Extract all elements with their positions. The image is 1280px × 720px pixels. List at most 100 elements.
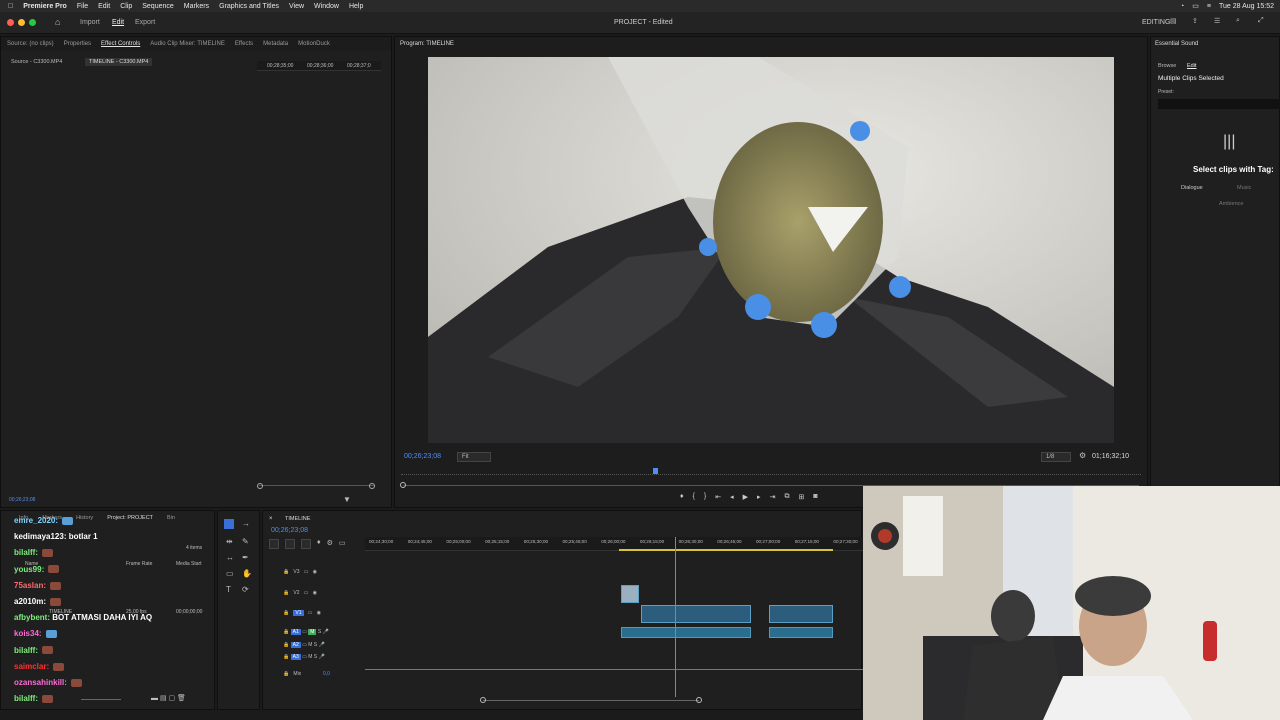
filter-icon[interactable]: ▼: [343, 495, 351, 504]
effect-controls-timecode[interactable]: 00;26;23;08: [9, 497, 35, 503]
export-tab[interactable]: Export: [135, 19, 155, 26]
linked-selection-icon[interactable]: [301, 539, 311, 549]
work-area-bar[interactable]: [619, 549, 833, 551]
app-name[interactable]: Premiere Pro: [23, 3, 67, 10]
program-playhead[interactable]: [653, 468, 658, 474]
workspaces-icon[interactable]: ▤: [1170, 17, 1177, 25]
program-zoom-handle-left[interactable]: [400, 482, 406, 488]
a1-clip[interactable]: [769, 627, 833, 638]
selection-tool[interactable]: [224, 519, 234, 529]
hand-tool[interactable]: ✋: [242, 569, 252, 578]
menu-markers[interactable]: Markers: [184, 3, 209, 10]
remix-tool[interactable]: ⟳: [242, 585, 249, 594]
preset-dropdown[interactable]: [1158, 99, 1280, 109]
menubar-clock[interactable]: Tue 28 Aug 15:52: [1219, 3, 1274, 10]
tag-music-button[interactable]: Music: [1237, 185, 1251, 191]
v1-clip[interactable]: [769, 605, 833, 623]
search-icon[interactable]: ⌕: [1236, 17, 1240, 25]
export-frame-icon[interactable]: ◙: [813, 493, 817, 501]
essential-sound-title[interactable]: Essential Sound: [1155, 41, 1198, 47]
zoom-handle-left[interactable]: [257, 483, 263, 489]
zoom-handle-right[interactable]: [369, 483, 375, 489]
go-to-out-icon[interactable]: ⇥: [770, 493, 776, 501]
timeline-close-icon[interactable]: ×: [269, 516, 273, 522]
add-marker-icon[interactable]: ♦: [680, 493, 684, 501]
timeline-tab[interactable]: TIMELINE: [285, 516, 310, 522]
subtab-timeline[interactable]: TIMELINE - C3300.MP4: [85, 58, 153, 66]
pen-tool[interactable]: ✒: [242, 553, 249, 562]
a1-clip[interactable]: [621, 627, 751, 638]
step-forward-icon[interactable]: ▸: [757, 493, 761, 501]
wrench-icon[interactable]: ⚙: [1079, 451, 1086, 460]
snap-icon[interactable]: [285, 539, 295, 549]
tab-source[interactable]: Source: (no clips): [7, 41, 54, 47]
share-icon[interactable]: ⇪: [1192, 17, 1198, 25]
subtab-source[interactable]: Source - C3300.MP4: [11, 59, 62, 65]
program-ruler[interactable]: [401, 469, 1141, 475]
tab-audio-clip-mixer[interactable]: Audio Clip Mixer: TIMELINE: [150, 41, 225, 47]
tab-metadata[interactable]: Metadata: [263, 41, 288, 47]
razor-tool[interactable]: ✎: [242, 537, 249, 546]
timeline-zoom-bar[interactable]: [483, 700, 699, 701]
menu-window[interactable]: Window: [314, 3, 339, 10]
zoom-window-button[interactable]: [29, 19, 36, 26]
tag-ambience-button[interactable]: Ambience: [1219, 201, 1243, 207]
slip-tool[interactable]: ↔: [226, 553, 234, 562]
type-tool[interactable]: T: [226, 585, 231, 594]
nest-icon[interactable]: [269, 539, 279, 549]
apple-icon[interactable]: : [8, 3, 13, 10]
track-select-tool[interactable]: →: [242, 519, 250, 528]
menu-view[interactable]: View: [289, 3, 304, 10]
track-v2-header[interactable]: 🔒 V2 ▭ ◉: [283, 590, 317, 596]
v1-clip[interactable]: [641, 605, 751, 623]
program-monitor-title[interactable]: Program: TIMELINE: [400, 41, 454, 47]
captions-icon[interactable]: ▭: [339, 539, 346, 549]
program-timecode[interactable]: 00;26;23;08: [404, 453, 441, 460]
import-tab[interactable]: Import: [80, 19, 100, 26]
menu-graphics[interactable]: Graphics and Titles: [219, 3, 279, 10]
mix-value[interactable]: 0,0: [323, 671, 330, 677]
tab-browse[interactable]: Browse: [1158, 63, 1176, 69]
overwrite-icon[interactable]: ⊞: [798, 493, 804, 501]
tab-effects[interactable]: Effects: [235, 41, 253, 47]
mark-in-icon[interactable]: {: [693, 493, 695, 501]
settings-wrench-icon[interactable]: ⚙: [327, 539, 333, 549]
menu-help[interactable]: Help: [349, 3, 363, 10]
timeline-zoom-handle-left[interactable]: [480, 697, 486, 703]
zoom-scrollbar[interactable]: [259, 485, 375, 486]
close-window-button[interactable]: [7, 19, 14, 26]
control-center-icon[interactable]: ≡: [1207, 3, 1211, 10]
go-to-in-icon[interactable]: ⇤: [715, 493, 721, 501]
tab-motionduck[interactable]: MotionDuck: [298, 41, 330, 47]
wifi-icon[interactable]: ◔: [1180, 3, 1184, 10]
timeline-zoom-handle-right[interactable]: [696, 697, 702, 703]
tag-dialogue-button[interactable]: Dialogue: [1181, 185, 1203, 191]
insert-icon[interactable]: ⧉: [784, 493, 789, 501]
fit-dropdown[interactable]: Fit: [457, 452, 491, 462]
tab-properties[interactable]: Properties: [64, 41, 91, 47]
home-icon[interactable]: ⌂: [55, 17, 60, 27]
program-video-frame[interactable]: [428, 57, 1114, 443]
menu-file[interactable]: File: [77, 3, 88, 10]
track-a1-header[interactable]: 🔒 A1 ▭ M S 🎤: [283, 629, 329, 635]
track-a2-header[interactable]: 🔒 A2 ▭ M S 🎤: [283, 642, 325, 648]
expand-icon[interactable]: ⤢: [1258, 17, 1264, 25]
step-back-icon[interactable]: ◂: [730, 493, 734, 501]
track-v1-header[interactable]: 🔒 V1 ▭ ◉: [283, 610, 321, 616]
ripple-edit-tool[interactable]: ⇹: [226, 537, 233, 546]
tab-edit[interactable]: Edit: [1187, 63, 1196, 69]
menu-clip[interactable]: Clip: [120, 3, 132, 10]
edit-tab[interactable]: Edit: [112, 19, 124, 26]
workspace-label[interactable]: EDITING: [1142, 19, 1170, 26]
settings-icon[interactable]: ☰: [1214, 17, 1220, 25]
timeline-timecode[interactable]: 00;26;23;08: [271, 527, 308, 534]
play-icon[interactable]: ▶: [743, 493, 748, 501]
menu-edit[interactable]: Edit: [98, 3, 110, 10]
timeline-playhead[interactable]: [675, 537, 676, 697]
minimize-window-button[interactable]: [18, 19, 25, 26]
battery-icon[interactable]: ▭: [1192, 2, 1199, 10]
mark-out-icon[interactable]: }: [704, 493, 706, 501]
track-a3-header[interactable]: 🔒 A3 ▭ M S 🎤: [283, 654, 325, 660]
v2-clip[interactable]: [621, 585, 639, 603]
rectangle-tool[interactable]: ▭: [226, 569, 234, 578]
